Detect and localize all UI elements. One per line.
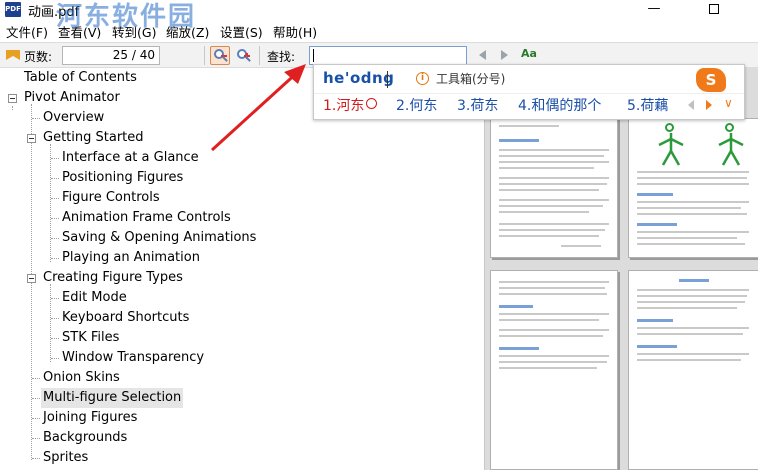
menu-goto[interactable]: 转到(G) bbox=[112, 22, 156, 41]
tree-connector bbox=[51, 318, 59, 319]
ime-expand-icon[interactable]: ∨ bbox=[724, 96, 733, 110]
selected-check-icon bbox=[366, 98, 378, 109]
tree-connector bbox=[12, 106, 13, 110]
ime-caret bbox=[387, 71, 388, 88]
tree-connector bbox=[32, 378, 40, 379]
page-number-input[interactable]: 25 / 40 bbox=[62, 46, 160, 65]
tree-item-label: Animation Frame Controls bbox=[62, 210, 231, 225]
tree-item-label: Table of Contents bbox=[24, 70, 137, 85]
tree-item-label: Getting Started bbox=[43, 130, 144, 145]
page-label: 页数: bbox=[24, 50, 53, 64]
page-thumbnail[interactable] bbox=[628, 118, 758, 258]
tree-item-label: Multi-figure Selection bbox=[41, 388, 184, 408]
tree-connector bbox=[51, 198, 59, 199]
menu-file[interactable]: 文件(F) bbox=[6, 22, 48, 41]
page-thumbnail[interactable] bbox=[628, 270, 758, 470]
find-next-icon[interactable] bbox=[501, 50, 508, 60]
fit-width-button[interactable] bbox=[210, 46, 230, 65]
tree-item-label: STK Files bbox=[62, 330, 120, 345]
match-case-icon[interactable]: Aa bbox=[521, 47, 537, 60]
tree-connector bbox=[51, 358, 59, 359]
ime-toolbox-hint[interactable]: 工具箱(分号) bbox=[436, 70, 505, 87]
window-title: 动画.pdf bbox=[28, 5, 80, 20]
title-bar: PDF 动画.pdf — bbox=[0, 0, 758, 20]
menu-zoom[interactable]: 缩放(Z) bbox=[166, 22, 209, 41]
tree-connector bbox=[32, 418, 40, 419]
table-of-contents-tree: Table of Contents Pivot Animator Overvie… bbox=[0, 68, 484, 470]
tree-item-label: Playing an Animation bbox=[62, 250, 200, 265]
collapse-toggle-icon[interactable] bbox=[8, 94, 17, 103]
toolbar-divider bbox=[204, 46, 205, 65]
toolbar-divider bbox=[259, 46, 260, 65]
ime-page-prev-icon[interactable] bbox=[688, 100, 694, 110]
ime-candidate-1[interactable]: 1.河东 bbox=[323, 95, 378, 115]
tree-item-label: Sprites bbox=[43, 450, 89, 465]
tree-connector bbox=[51, 298, 59, 299]
tree-item-label: Backgrounds bbox=[43, 430, 128, 445]
bookmark-icon[interactable] bbox=[6, 50, 20, 60]
tree-item-label: Onion Skins bbox=[43, 370, 120, 385]
tree-item-label: Window Transparency bbox=[62, 350, 205, 365]
tree-item-label: Interface at a Glance bbox=[62, 150, 199, 165]
maximize-button[interactable] bbox=[692, 0, 736, 19]
collapse-toggle-icon[interactable] bbox=[27, 274, 36, 283]
find-previous-icon[interactable] bbox=[479, 50, 486, 60]
text-caret bbox=[313, 49, 314, 62]
tree-item-label: Edit Mode bbox=[62, 290, 127, 305]
zoom-in-button[interactable] bbox=[233, 46, 253, 65]
menu-help[interactable]: 帮助(H) bbox=[273, 22, 317, 41]
find-label: 查找: bbox=[267, 50, 296, 64]
page-thumbnail[interactable] bbox=[490, 118, 618, 258]
collapse-toggle-icon[interactable] bbox=[27, 134, 36, 143]
menu-settings[interactable]: 设置(S) bbox=[220, 22, 263, 41]
tree-connector bbox=[50, 144, 51, 262]
tree-item-label: Keyboard Shortcuts bbox=[62, 310, 190, 325]
ime-pinyin-composition: he'odng bbox=[323, 69, 395, 87]
menu-view[interactable]: 查看(V) bbox=[58, 22, 101, 41]
ime-page-next-icon[interactable] bbox=[706, 100, 712, 110]
tree-item-label: Saving & Opening Animations bbox=[62, 230, 257, 245]
tree-connector bbox=[51, 338, 59, 339]
tree-connector bbox=[32, 438, 40, 439]
tree-item-label: Overview bbox=[43, 110, 105, 125]
page-thumbnail[interactable] bbox=[490, 270, 618, 470]
page-view-pane[interactable] bbox=[484, 68, 758, 470]
pdf-app-icon: PDF bbox=[5, 2, 21, 17]
tree-connector bbox=[51, 178, 59, 179]
tree-item-label: Pivot Animator bbox=[24, 90, 120, 105]
tree-connector bbox=[32, 398, 40, 399]
ime-candidate-window: he'odng i 工具箱(分号) S 1.河东 2.何东 3.荷东 4.和偶的… bbox=[313, 64, 745, 120]
ime-candidate-3[interactable]: 3.荷东 bbox=[457, 95, 498, 115]
tree-item-label: Positioning Figures bbox=[62, 170, 184, 185]
minimize-button[interactable]: — bbox=[632, 0, 676, 19]
ime-candidate-2[interactable]: 2.何东 bbox=[396, 95, 437, 115]
tree-item-label: Joining Figures bbox=[43, 410, 138, 425]
tree-connector bbox=[51, 218, 59, 219]
find-input[interactable] bbox=[309, 46, 467, 65]
ime-divider bbox=[314, 93, 744, 94]
candidate-label: 1.河东 bbox=[323, 98, 365, 114]
tree-item-label: Figure Controls bbox=[62, 190, 160, 205]
tree-connector bbox=[51, 238, 59, 239]
ime-candidate-4[interactable]: 4.和偶的那个 bbox=[518, 95, 601, 115]
tree-item-label: Creating Figure Types bbox=[43, 270, 183, 285]
menu-bar: 文件(F) 查看(V) 转到(G) 缩放(Z) 设置(S) 帮助(H) bbox=[0, 19, 758, 41]
tree-connector bbox=[51, 258, 59, 259]
tree-connector bbox=[32, 458, 40, 459]
maximize-icon bbox=[709, 4, 719, 14]
tree-connector bbox=[51, 158, 59, 159]
tree-connector bbox=[50, 284, 51, 362]
tree-connector bbox=[32, 118, 40, 119]
ime-candidate-5[interactable]: 5.荷藕 bbox=[627, 95, 668, 115]
sogou-logo-icon[interactable]: S bbox=[696, 68, 726, 92]
info-icon[interactable]: i bbox=[416, 72, 429, 85]
